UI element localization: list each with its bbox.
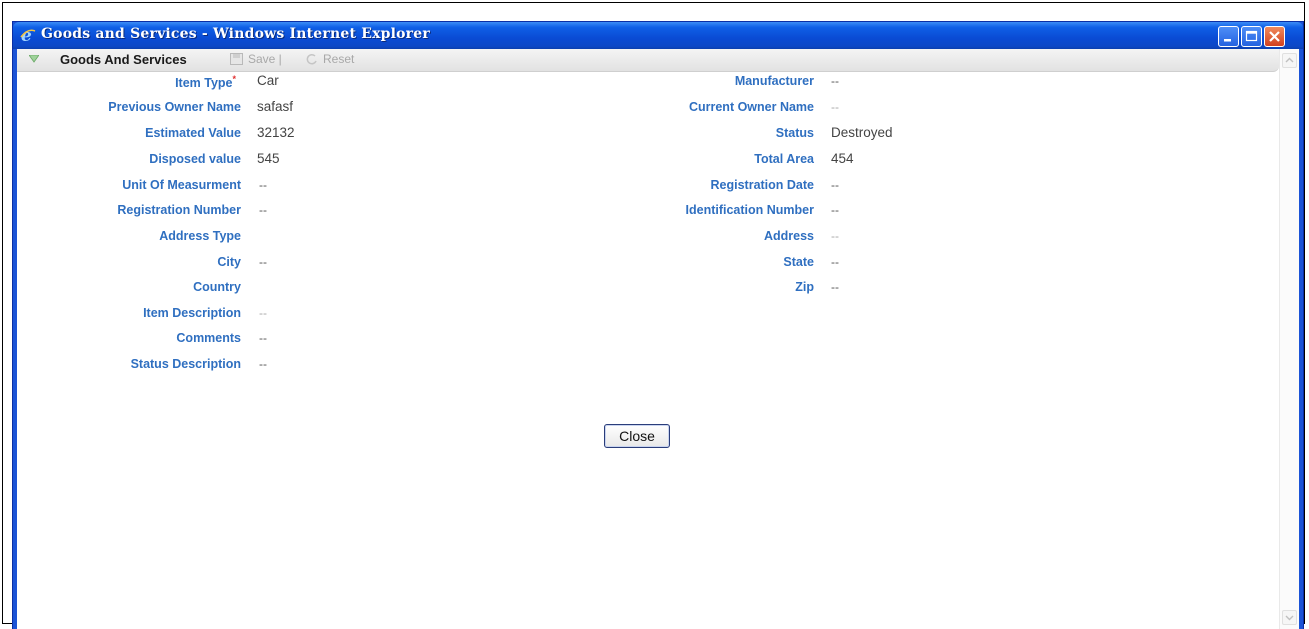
required-marker: *	[232, 74, 236, 84]
status-description-value: --	[259, 357, 267, 371]
status-value: Destroyed	[831, 125, 893, 140]
manufacturer-label: Manufacturer	[734, 74, 814, 88]
registration-date-label: Registration Date	[710, 178, 815, 192]
ie-logo-icon: e	[20, 26, 36, 44]
triangle-down-icon[interactable]	[29, 55, 39, 63]
zip-value: --	[831, 280, 839, 294]
reset-icon	[306, 53, 317, 65]
total-area-value: 454	[831, 151, 854, 166]
minimize-button[interactable]	[1218, 26, 1239, 47]
minimize-icon	[1224, 39, 1231, 42]
previous-owner-name-value: safasf	[257, 99, 294, 114]
state-value: --	[831, 255, 839, 269]
ie-window: e Goods and Services - Windows Internet …	[12, 21, 1304, 629]
close-icon	[1269, 31, 1280, 42]
vertical-scrollbar[interactable]	[1279, 49, 1299, 629]
item-description-label: Item Description	[143, 306, 241, 320]
registration-number-value: --	[259, 203, 267, 217]
unit-of-measurment-value: --	[259, 178, 267, 192]
maximize-icon	[1245, 30, 1258, 42]
address-label: Address	[763, 229, 814, 243]
item-type-value: Car	[257, 73, 279, 88]
registration-number-label: Registration Number	[117, 203, 241, 217]
scroll-up-button[interactable]	[1282, 53, 1297, 68]
state-label: State	[783, 255, 814, 269]
save-button[interactable]: Save |	[248, 52, 282, 66]
disposed-value-label: Disposed value	[149, 152, 241, 166]
manufacturer-value: --	[831, 74, 839, 88]
total-area-label: Total Area	[754, 152, 814, 166]
title-bar[interactable]: e Goods and Services - Windows Internet …	[13, 22, 1303, 49]
current-owner-name-label: Current Owner Name	[688, 100, 814, 114]
identification-number-value: --	[831, 203, 839, 217]
save-disk-icon	[230, 53, 243, 65]
close-window-button[interactable]	[1264, 26, 1285, 47]
maximize-button[interactable]	[1241, 26, 1262, 47]
zip-label: Zip	[795, 280, 814, 294]
close-button[interactable]: Close	[604, 424, 670, 448]
scroll-down-button[interactable]	[1282, 610, 1297, 625]
estimated-value-value: 32132	[257, 125, 295, 140]
content-area: Goods And Services Save | Reset Item Typ…	[17, 49, 1299, 629]
city-label: City	[217, 255, 241, 269]
disposed-value-value: 545	[257, 151, 280, 166]
estimated-value-label: Estimated Value	[145, 126, 241, 140]
previous-owner-name-label: Previous Owner Name	[108, 100, 241, 114]
status-description-label: Status Description	[130, 357, 241, 371]
reset-button[interactable]: Reset	[323, 52, 354, 66]
city-value: --	[259, 255, 267, 269]
current-owner-name-value: --	[831, 100, 839, 114]
comments-label: Comments	[176, 331, 241, 345]
item-type-label: Item Type*	[175, 74, 236, 91]
address-type-label: Address Type	[159, 229, 241, 243]
item-description-value: --	[259, 306, 267, 320]
screenshot-frame: e Goods and Services - Windows Internet …	[2, 2, 1305, 629]
comments-value: --	[259, 331, 267, 345]
country-label: Country	[193, 280, 241, 294]
address-value: --	[831, 229, 839, 243]
window-title: Goods and Services - Windows Internet Ex…	[41, 26, 430, 42]
registration-date-value: --	[831, 178, 839, 192]
status-label: Status	[775, 126, 814, 140]
chevron-up-icon	[1285, 57, 1294, 63]
section-title: Goods And Services	[60, 52, 187, 67]
section-toolbar: Goods And Services Save | Reset	[17, 49, 1279, 72]
chevron-down-icon	[1285, 615, 1294, 621]
identification-number-label: Identification Number	[685, 203, 814, 217]
unit-of-measurment-label: Unit Of Measurment	[122, 178, 241, 192]
